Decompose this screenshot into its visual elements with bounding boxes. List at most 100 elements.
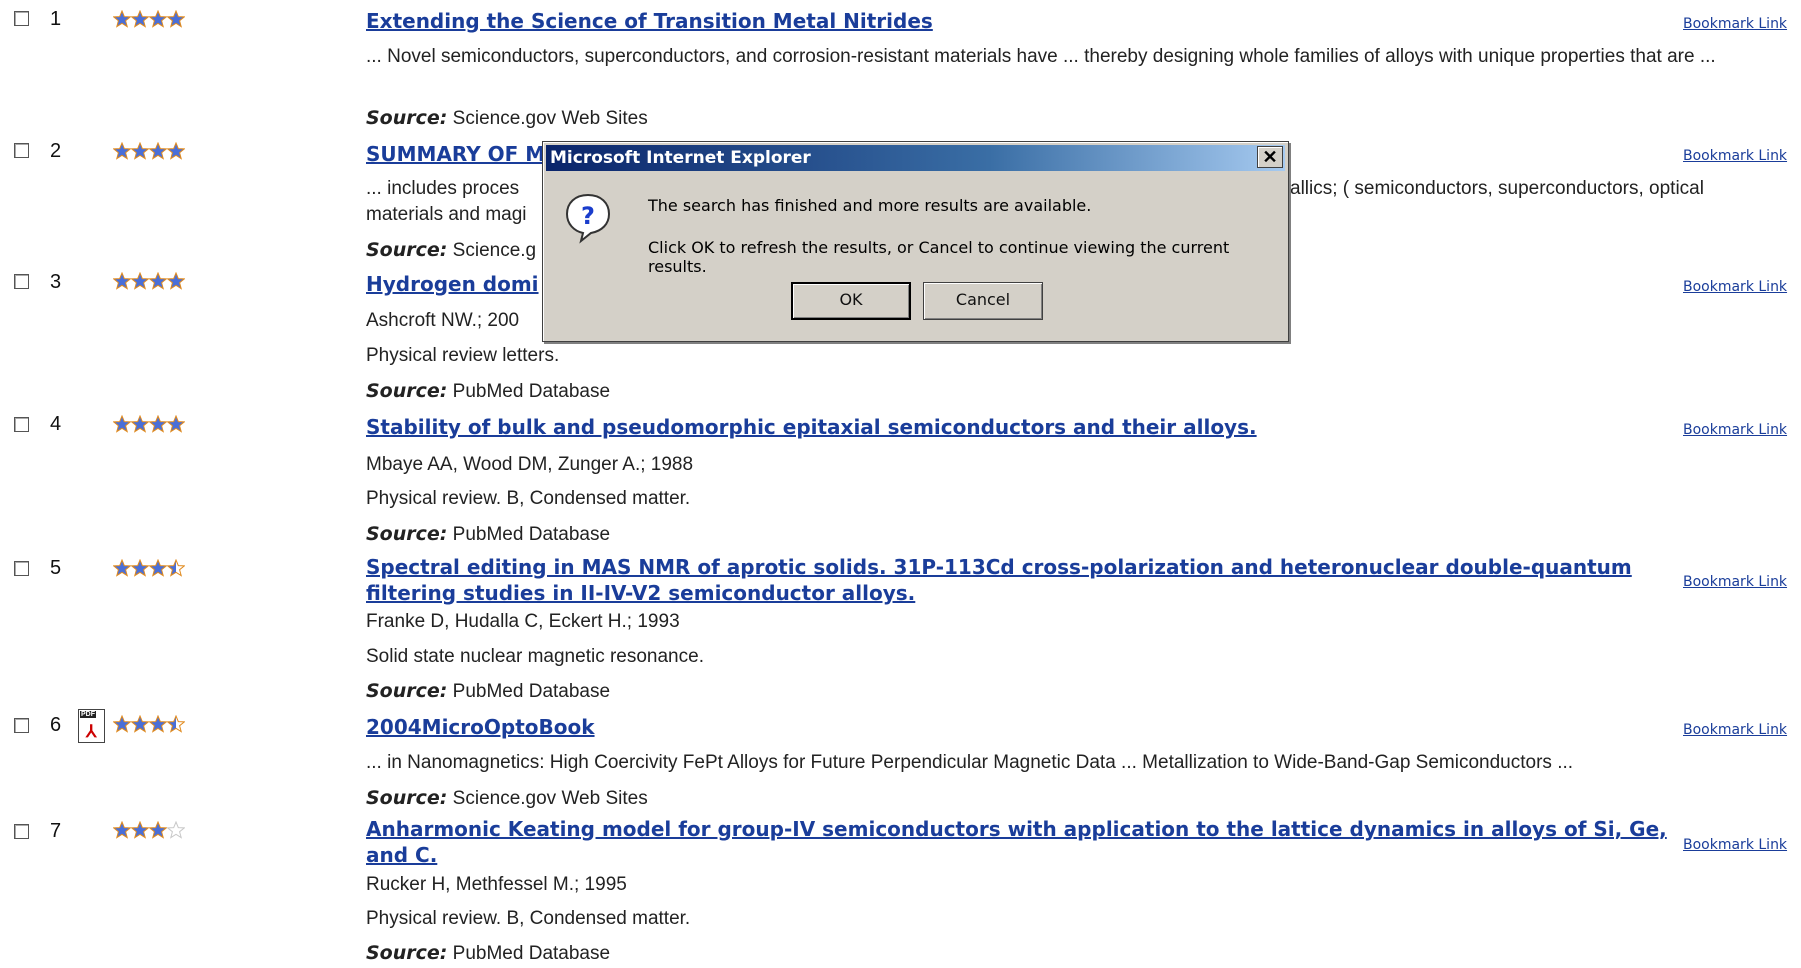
star-icon [167, 10, 185, 28]
result-snippet: ... Novel semiconductors, superconductor… [366, 46, 1716, 67]
bookmark-link[interactable]: Bookmark Link [1683, 279, 1787, 295]
source-value: PubMed Database [452, 943, 611, 964]
result-source: Source: PubMed Database [366, 521, 610, 548]
star-icon [113, 10, 131, 28]
result-snippet: ... in Nanomagnetics: High Coercivity Fe… [366, 752, 1574, 773]
source-value: PubMed Database [452, 381, 611, 402]
pdf-label: PDF [80, 711, 96, 718]
star-icon [149, 272, 167, 290]
result-snippet-cont: materials and magi [366, 204, 527, 225]
bookmark-link[interactable]: Bookmark Link [1683, 837, 1787, 853]
result-authors: Mbaye AA, Wood DM, Zunger A.; 1988 [366, 454, 694, 475]
ok-button[interactable]: OK [791, 282, 911, 320]
rating-stars [113, 10, 185, 28]
star-icon [167, 272, 185, 290]
select-checkbox[interactable] [14, 718, 29, 733]
bookmark-link[interactable]: Bookmark Link [1683, 148, 1787, 164]
rating-stars [113, 715, 185, 733]
star-icon [167, 415, 185, 433]
select-checkbox[interactable] [14, 274, 29, 289]
star-icon [113, 715, 131, 733]
star-icon [149, 715, 167, 733]
select-checkbox[interactable] [14, 11, 29, 26]
result-snippet-start: ... includes proces [366, 178, 520, 199]
result-title-link[interactable]: Stability of bulk and pseudomorphic epit… [366, 414, 1671, 440]
star-icon [149, 142, 167, 160]
source-value: PubMed Database [452, 681, 611, 702]
result-journal: Physical review. B, Condensed matter. [366, 488, 691, 509]
source-label: Source: [366, 523, 448, 545]
source-value: Science.gov Web Sites [452, 788, 648, 809]
result-source: Source: PubMed Database [366, 678, 610, 705]
rating-stars [113, 821, 185, 839]
result-authors: Rucker H, Methfessel M.; 1995 [366, 874, 627, 895]
result-authors: Franke D, Hudalla C, Eckert H.; 1993 [366, 611, 680, 632]
source-label: Source: [366, 239, 448, 261]
star-icon [131, 559, 149, 577]
source-label: Source: [366, 787, 448, 809]
select-checkbox[interactable] [14, 561, 29, 576]
source-value: Science.g [452, 240, 537, 261]
result-source: Source: PubMed Database [366, 378, 610, 405]
result-title-link[interactable]: 2004MicroOptoBook [366, 714, 1671, 740]
close-icon[interactable]: ✕ [1257, 146, 1283, 168]
result-journal: Solid state nuclear magnetic resonance. [366, 646, 704, 667]
result-source: Source: Science.gov Web Sites [366, 105, 648, 132]
bookmark-link[interactable]: Bookmark Link [1683, 574, 1787, 590]
rating-stars [113, 559, 185, 577]
star-icon [131, 715, 149, 733]
star-icon [113, 415, 131, 433]
cancel-button[interactable]: Cancel [923, 282, 1043, 320]
result-title-link[interactable]: SUMMARY OF M [366, 141, 545, 167]
result-snippet-end: allics; ( semiconductors, superconductor… [1290, 178, 1704, 199]
alert-dialog: Microsoft Internet Explorer ✕ ? The sear… [542, 141, 1289, 342]
star-icon [113, 142, 131, 160]
star-icon [113, 272, 131, 290]
bookmark-link[interactable]: Bookmark Link [1683, 722, 1787, 738]
result-number: 2 [50, 140, 62, 162]
dialog-title: Microsoft Internet Explorer [546, 145, 1285, 171]
source-label: Source: [366, 680, 448, 702]
result-title-link[interactable]: Hydrogen domi [366, 271, 539, 297]
star-icon [167, 142, 185, 160]
source-value: PubMed Database [452, 524, 611, 545]
source-label: Source: [366, 942, 448, 964]
star-icon [149, 559, 167, 577]
star-icon [149, 821, 167, 839]
star-icon [131, 415, 149, 433]
result-number: 5 [50, 557, 62, 579]
source-label: Source: [366, 380, 448, 402]
star-icon [131, 142, 149, 160]
result-title-link[interactable]: Spectral editing in MAS NMR of aprotic s… [366, 554, 1671, 606]
svg-text:?: ? [581, 202, 595, 230]
bookmark-link[interactable]: Bookmark Link [1683, 422, 1787, 438]
select-checkbox[interactable] [14, 143, 29, 158]
result-number: 4 [50, 413, 62, 435]
star-icon [149, 415, 167, 433]
star-icon [131, 272, 149, 290]
result-number: 1 [50, 8, 62, 30]
dialog-message-2: Click OK to refresh the results, or Canc… [648, 238, 1230, 276]
star-icon [167, 559, 185, 577]
star-icon [131, 10, 149, 28]
select-checkbox[interactable] [14, 824, 29, 839]
result-journal: Physical review letters. [366, 345, 560, 366]
select-checkbox[interactable] [14, 417, 29, 432]
rating-stars [113, 272, 185, 290]
result-number: 6 [50, 714, 62, 736]
result-source: Source: Science.gov Web Sites [366, 785, 648, 812]
rating-stars [113, 142, 185, 160]
result-title-link[interactable]: Anharmonic Keating model for group-IV se… [366, 816, 1671, 868]
source-value: Science.gov Web Sites [452, 108, 648, 129]
star-icon [131, 821, 149, 839]
source-label: Source: [366, 107, 448, 129]
star-icon [113, 821, 131, 839]
bookmark-link[interactable]: Bookmark Link [1683, 16, 1787, 32]
result-number: 7 [50, 820, 62, 842]
result-source: Source: PubMed Database [366, 940, 610, 967]
rating-stars [113, 415, 185, 433]
result-source: Source: Science.g [366, 237, 536, 264]
star-icon [167, 821, 185, 839]
pdf-icon[interactable]: PDF ⅄ [78, 709, 105, 743]
result-title-link[interactable]: Extending the Science of Transition Meta… [366, 8, 1671, 34]
